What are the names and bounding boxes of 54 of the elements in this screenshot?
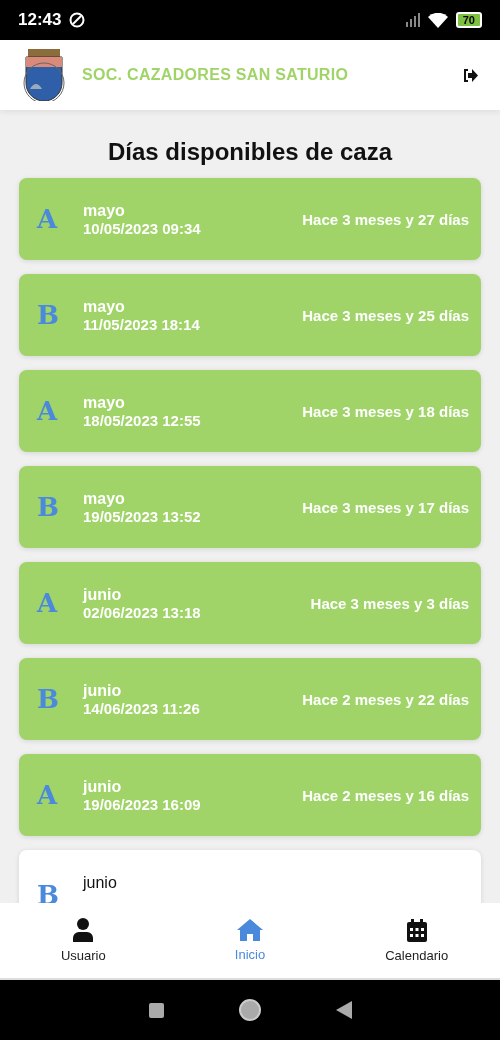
elapsed-time: Hace 3 meses y 3 días	[310, 594, 469, 612]
nav-tab[interactable]: Inicio	[166, 903, 334, 978]
app-title: SOC. CAZADORES SAN SATURIO	[82, 66, 350, 84]
day-card[interactable]: B mayo 11/05/2023 18:14 Hace 3 meses y 25 días	[19, 274, 481, 356]
date-time: 02/06/2023 13:18	[83, 603, 202, 621]
group-letter: A	[37, 204, 59, 234]
calendar-icon	[406, 918, 427, 942]
home-button-icon[interactable]	[237, 998, 262, 1022]
date-time: 19/06/2023 16:09	[83, 795, 202, 813]
month-label: junio	[83, 777, 123, 796]
group-letter: B	[37, 684, 60, 714]
battery-icon: 70	[455, 12, 482, 28]
back-icon[interactable]	[335, 1001, 352, 1019]
elapsed-time: Hace 3 meses y 27 días	[302, 210, 469, 228]
sync-icon	[69, 12, 86, 28]
elapsed-time: Hace 2 meses y 16 días	[302, 786, 469, 804]
group-letter: A	[37, 588, 59, 618]
signal-icon	[403, 13, 420, 27]
elapsed-time: Hace 3 meses y 25 días	[302, 306, 469, 324]
month-label: mayo	[83, 489, 126, 508]
recents-icon[interactable]	[148, 1002, 164, 1018]
month-label: junio	[83, 585, 123, 604]
wifi-icon	[427, 12, 448, 28]
day-card[interactable]: B mayo 19/05/2023 13:52 Hace 3 meses y 17 días	[19, 466, 481, 548]
elapsed-time: Hace 3 meses y 18 días	[302, 402, 469, 420]
month-label: junio	[83, 874, 118, 892]
date-time: 11/05/2023 18:14	[83, 315, 201, 333]
group-letter: B	[37, 300, 60, 330]
home-icon	[237, 919, 263, 941]
crest-logo	[22, 49, 66, 101]
group-letter: B	[37, 492, 60, 522]
month-label: mayo	[83, 201, 126, 220]
page-title: Días disponibles de caza	[106, 138, 394, 166]
clock: 12:43	[18, 10, 62, 30]
day-card[interactable]: B junio 14/06/2023 11:26 Hace 2 meses y 22 días	[19, 658, 481, 740]
logout-icon[interactable]	[463, 68, 478, 82]
nav-tab[interactable]: Usuario	[0, 903, 167, 978]
day-card[interactable]: A mayo 18/05/2023 12:55 Hace 3 meses y 18 días	[19, 370, 481, 452]
elapsed-time: Hace 2 meses y 22 días	[302, 690, 469, 708]
date-time: 10/05/2023 09:34	[83, 219, 202, 237]
group-letter: A	[37, 780, 59, 810]
nav-tab[interactable]: Calendario	[333, 903, 500, 978]
day-card[interactable]: A junio 02/06/2023 13:18 Hace 3 meses y 3 días	[19, 562, 481, 644]
group-letter: A	[37, 396, 59, 426]
date-time: 19/05/2023 13:52	[83, 507, 202, 525]
month-label: junio	[83, 681, 123, 700]
date-time: 14/06/2023 11:26	[83, 699, 201, 717]
day-card[interactable]: A junio 19/06/2023 16:09 Hace 2 meses y 16 días	[19, 754, 481, 836]
month-label: mayo	[83, 297, 126, 316]
month-label: mayo	[83, 393, 126, 412]
day-card[interactable]: A mayo 10/05/2023 09:34 Hace 3 meses y 27 días	[19, 178, 481, 260]
date-time: 18/05/2023 12:55	[83, 411, 202, 429]
elapsed-time: Hace 3 meses y 17 días	[302, 498, 469, 516]
user-icon	[73, 918, 94, 942]
